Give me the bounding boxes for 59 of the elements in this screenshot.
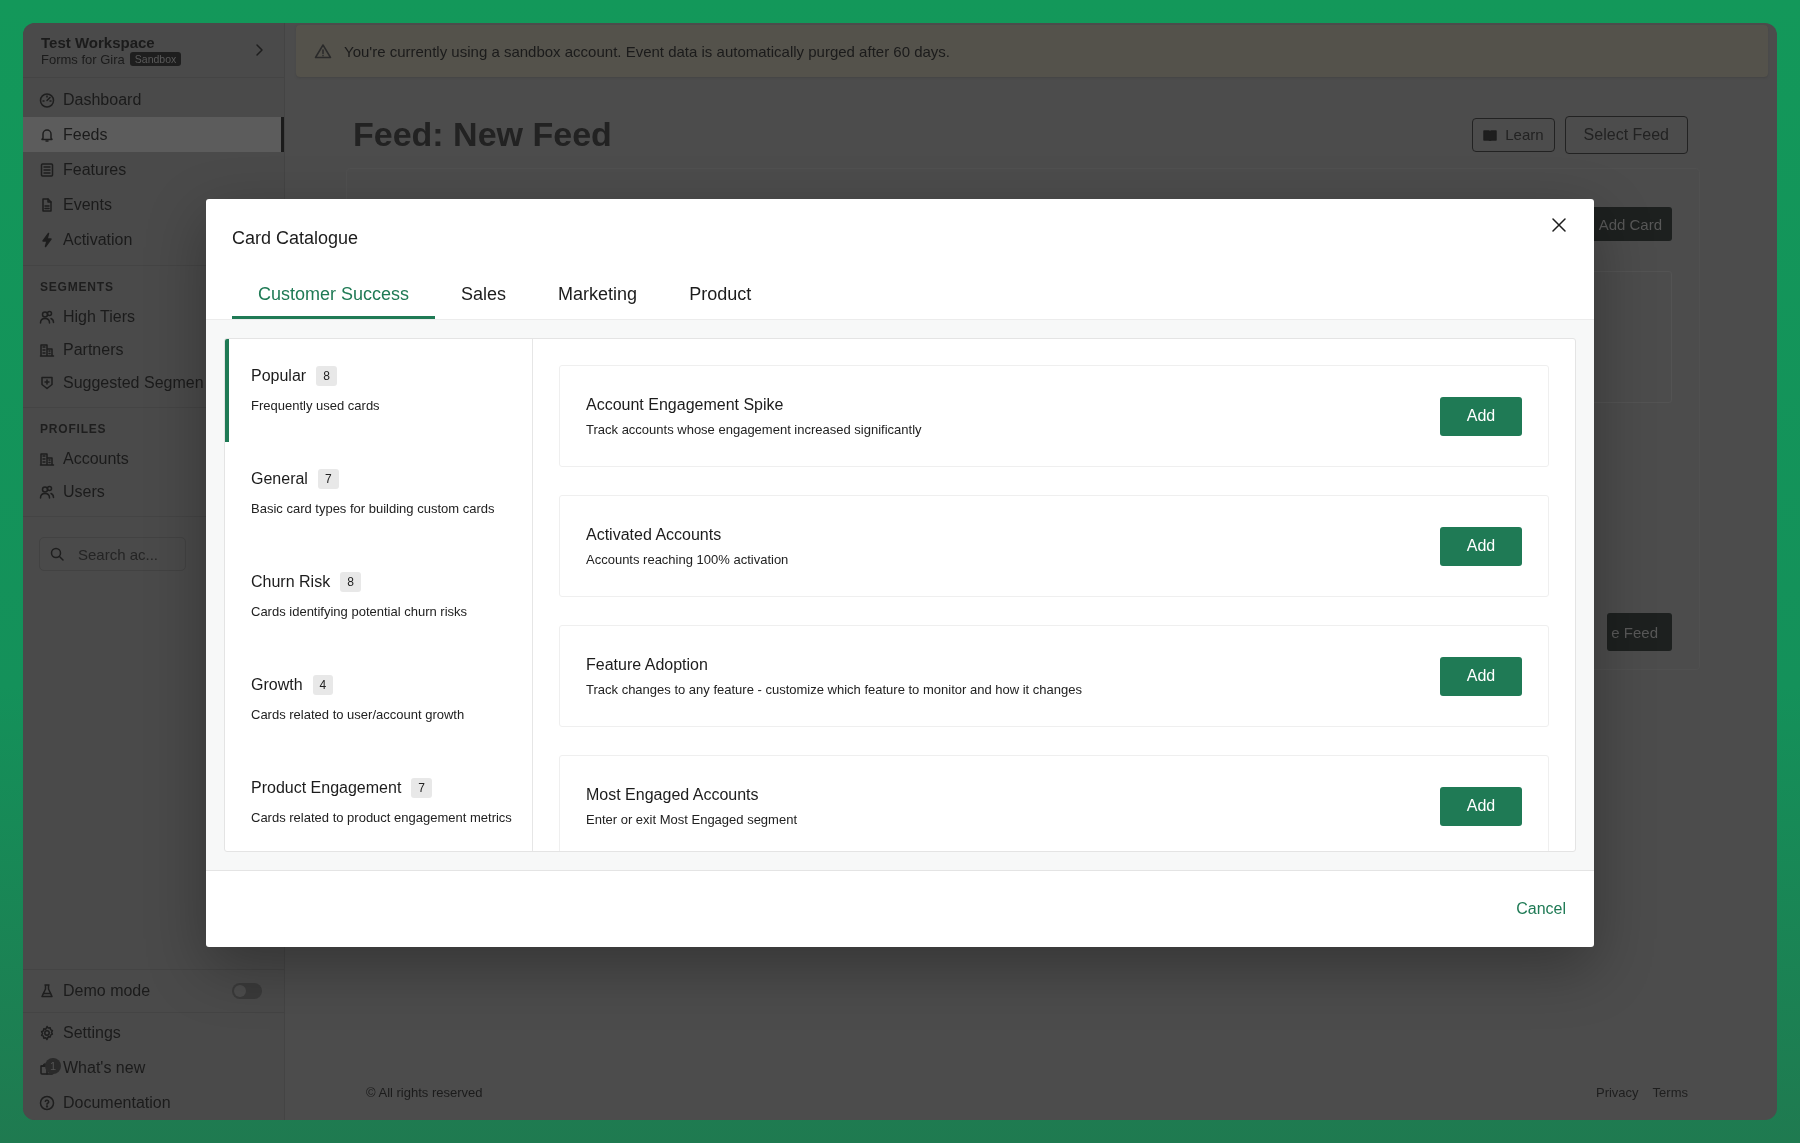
card-title: Most Engaged Accounts bbox=[586, 785, 760, 804]
document-icon bbox=[39, 196, 55, 213]
bell-icon bbox=[39, 126, 55, 143]
category-name: Churn Risk bbox=[251, 573, 331, 591]
add-button[interactable]: Add bbox=[1440, 396, 1522, 436]
card-title: Account Engagement Spike bbox=[586, 395, 785, 414]
flask-icon bbox=[39, 983, 55, 999]
count-badge: 4 bbox=[312, 675, 334, 695]
category-description: Cards related to product engagement metrics bbox=[251, 809, 512, 827]
warning-icon bbox=[314, 43, 332, 59]
users-icon bbox=[39, 308, 55, 325]
count-badge: 8 bbox=[316, 366, 337, 386]
card-title: Activated Accounts bbox=[586, 525, 723, 544]
count-badge: 7 bbox=[317, 469, 339, 489]
shield-icon bbox=[39, 374, 55, 391]
card-description: Accounts reaching 100% activation bbox=[586, 551, 789, 567]
card-description: Track changes to any feature - customize which feature to monitor and how it changes bbox=[586, 681, 1082, 697]
add-button[interactable]: Add bbox=[1440, 526, 1522, 566]
dialog-title: Card Catalogue bbox=[232, 227, 359, 249]
category-name: Growth bbox=[251, 676, 303, 694]
search-icon bbox=[49, 546, 65, 562]
banner-text: You're currently using a sandbox account. Event data is automatically purged after 60 days. bbox=[344, 42, 950, 60]
tab[interactable]: Sales bbox=[435, 271, 533, 319]
card-description: Enter or exit Most Engaged segment bbox=[586, 811, 797, 827]
category-description: Cards identifying potential churn risks bbox=[251, 603, 469, 621]
add-button[interactable]: Add bbox=[1440, 656, 1522, 696]
add-button[interactable]: Add bbox=[1440, 786, 1522, 826]
close-button[interactable] bbox=[1552, 218, 1566, 232]
category-description: Basic card types for building custom cards bbox=[251, 500, 496, 518]
settings-icon bbox=[39, 1024, 55, 1041]
category-item[interactable]: Popular 8 Frequently used cards bbox=[225, 339, 532, 442]
lightning-icon bbox=[39, 231, 55, 248]
category-description: Frequently used cards bbox=[251, 397, 381, 415]
sandbox-badge: Sandbox bbox=[129, 52, 182, 66]
category-item[interactable]: Product Engagement 7 Cards related to product engagement metrics bbox=[225, 751, 532, 851]
users-icon bbox=[39, 483, 55, 500]
card-description: Track accounts whose engagement increased significantly bbox=[586, 421, 922, 437]
building-icon bbox=[39, 341, 55, 358]
card-title: Feature Adoption bbox=[586, 655, 709, 674]
gauge-icon bbox=[39, 91, 55, 108]
category-name: General bbox=[251, 470, 308, 488]
close-icon bbox=[1552, 218, 1566, 232]
category-name: Popular bbox=[251, 367, 307, 385]
category-name: Product Engagement bbox=[251, 779, 402, 797]
list-icon bbox=[39, 161, 55, 178]
category-item[interactable]: Growth 4 Cards related to user/account growth bbox=[225, 648, 532, 751]
category-item[interactable]: Churn Risk 8 Cards identifying potential churn risks bbox=[225, 545, 532, 648]
count-badge: 7 bbox=[411, 778, 432, 798]
chevron-right-icon bbox=[254, 43, 264, 57]
building-icon bbox=[39, 450, 55, 467]
sidebar-item[interactable]: Feeds bbox=[23, 117, 284, 152]
cancel-button[interactable]: Cancel bbox=[1514, 896, 1568, 922]
tab[interactable]: Product bbox=[663, 271, 778, 319]
help-icon bbox=[39, 1094, 55, 1111]
book-icon bbox=[1483, 128, 1498, 141]
category-description: Cards related to user/account growth bbox=[251, 706, 466, 724]
count-badge: 8 bbox=[340, 572, 361, 592]
category-item[interactable]: General 7 Basic card types for building custom cards bbox=[225, 442, 532, 545]
tab[interactable]: Marketing bbox=[532, 271, 664, 319]
